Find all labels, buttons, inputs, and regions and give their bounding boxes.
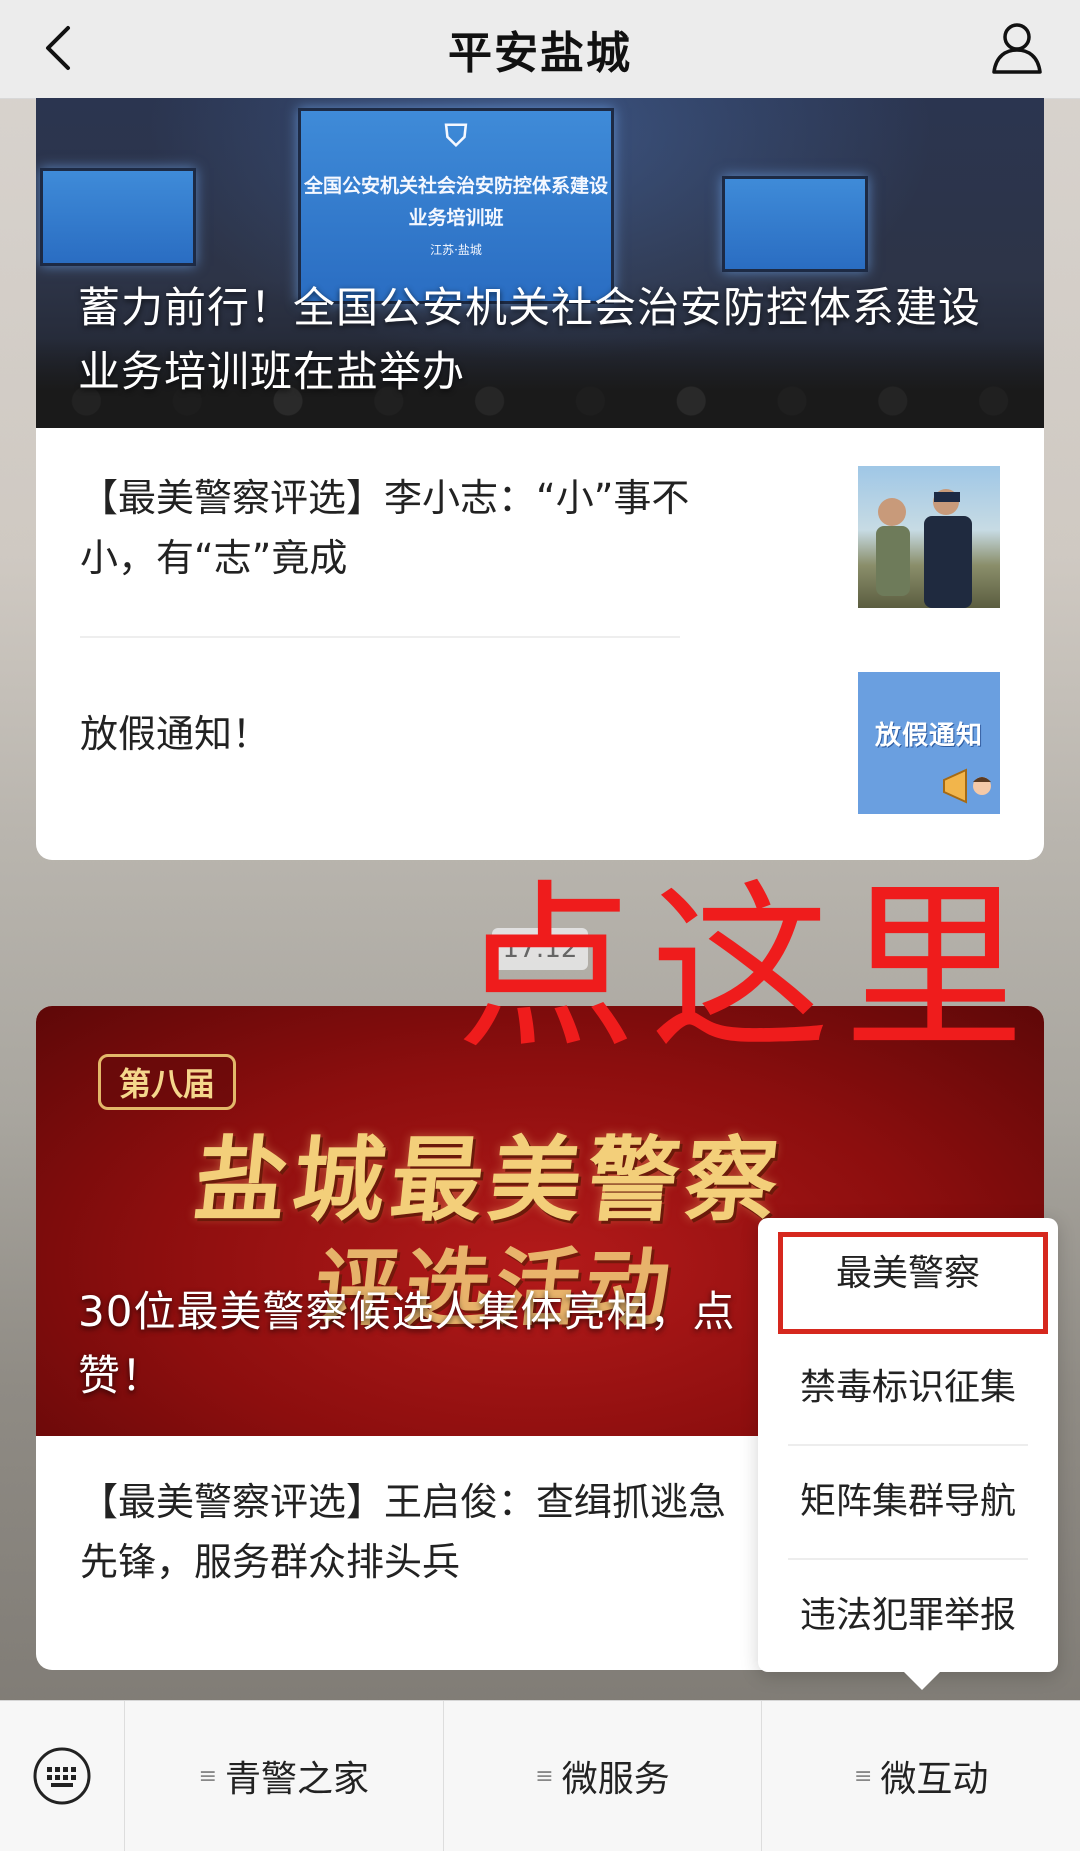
tab-youth-police[interactable]: ≡ 青警之家 (125, 1701, 444, 1851)
keyboard-icon (33, 1747, 91, 1805)
menu-item-matrix-nav[interactable]: 矩阵集群导航 (788, 1446, 1028, 1560)
tab-label: 微互动 (880, 1759, 989, 1800)
stage-screen-left (40, 168, 196, 266)
menu-item-crime-report[interactable]: 违法犯罪举报 (788, 1560, 1028, 1672)
banner-headline: 盐城最美警察 (189, 1126, 789, 1234)
stage-screen-main: ⛉ 全国公安机关社会治安防控体系建设 业务培训班 江苏·盐城 (298, 108, 614, 304)
menu-lines-icon: ≡ (853, 1763, 873, 1789)
list-item-title: 放假通知！ (80, 712, 271, 756)
highlight-box (778, 1232, 1048, 1334)
list-item[interactable]: 【最美警察评选】李小志：“小”事不小，有“志”竟成 (80, 428, 1000, 634)
menu-lines-icon: ≡ (535, 1763, 554, 1789)
page-title: 平安盐城 (448, 28, 632, 79)
list-item-title: 【最美警察评选】王启俊：查缉抓逃急先锋，服务群众排头兵 (80, 1480, 727, 1584)
menu-lines-icon: ≡ (198, 1763, 218, 1789)
top-nav-bar: 平安盐城 (0, 0, 1080, 99)
annotation-click-here: 点这里 (456, 865, 1039, 1074)
bottom-menu-bar: ≡ 青警之家 ≡ 微服务 ≡ 微互动 (0, 1700, 1080, 1851)
tab-label: 青警之家 (225, 1759, 370, 1800)
article-hero-title-1: 蓄力前行！全国公安机关社会治安防控体系建设业务培训班在盐举办 (78, 283, 982, 396)
article-hero-1[interactable]: ⛉ 全国公安机关社会治安防控体系建设 业务培训班 江苏·盐城 蓄力前行！全国公安… (36, 98, 1044, 428)
menu-item-drug-logo[interactable]: 禁毒标识征集 (788, 1332, 1028, 1446)
edition-tag: 第八届 (98, 1054, 237, 1110)
article-hero-title-2: 30位最美警察候选人集体亮相，点赞！ (78, 1287, 736, 1400)
notice-thumbnail: 放假通知 (858, 672, 1000, 814)
back-arrow-icon[interactable] (30, 18, 90, 78)
stage-screen-right (722, 176, 868, 272)
list-item[interactable]: 放假通知！ 放假通知 (80, 634, 1000, 840)
tab-micro-interaction[interactable]: ≡ 微互动 (762, 1701, 1080, 1851)
list-item-title: 【最美警察评选】李小志：“小”事不小，有“志”竟成 (80, 476, 690, 580)
article-card-1: ⛉ 全国公安机关社会治安防控体系建设 业务培训班 江苏·盐城 蓄力前行！全国公安… (36, 98, 1044, 860)
tab-micro-service[interactable]: ≡ 微服务 (444, 1701, 763, 1851)
user-icon[interactable] (986, 16, 1048, 78)
tab-label: 微服务 (561, 1759, 670, 1800)
police-photo-thumbnail (858, 466, 1000, 608)
keyboard-toggle[interactable] (0, 1701, 125, 1851)
megaphone-icon (943, 768, 991, 804)
